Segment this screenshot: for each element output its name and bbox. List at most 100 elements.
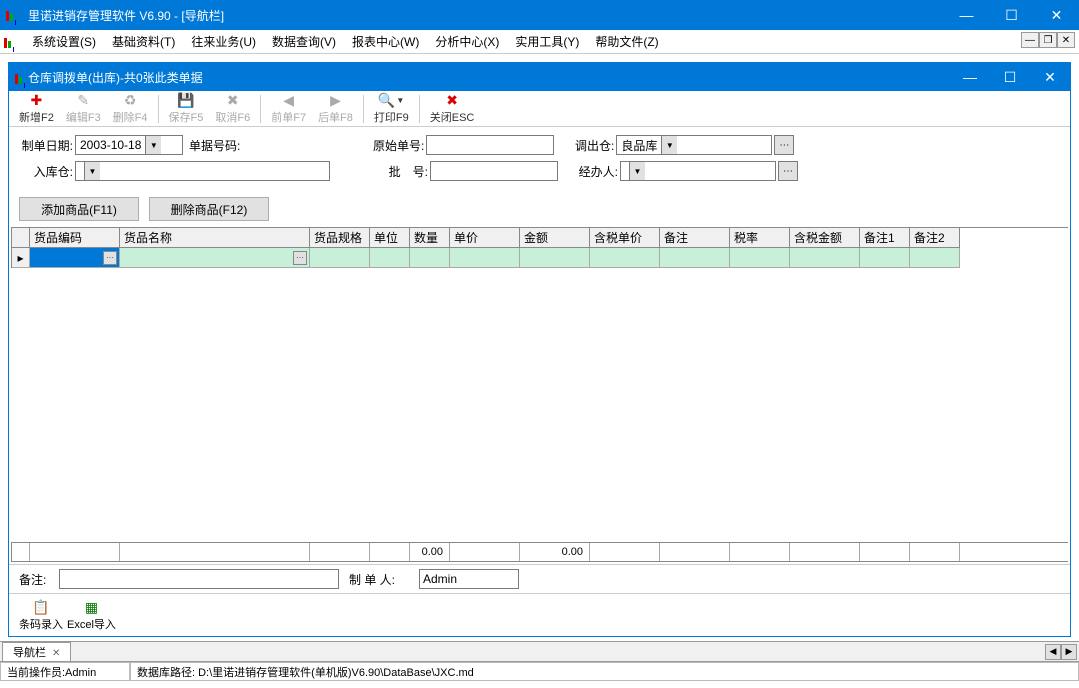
col-spec[interactable]: 货品规格 (310, 228, 370, 248)
handler-lookup[interactable]: ⋯ (778, 161, 798, 181)
cell-amount[interactable] (520, 248, 590, 268)
cell-taxamount[interactable] (790, 248, 860, 268)
footer-form: 备注: 制 单 人: Admin (9, 564, 1070, 594)
prev-icon: ◀ (281, 92, 297, 108)
app-icon (6, 7, 22, 23)
menu-analysis[interactable]: 分析中心(X) (427, 31, 507, 53)
app-title: 里诺进销存管理软件 V6.90 - [导航栏] (28, 7, 944, 24)
col-remark1[interactable]: 备注1 (860, 228, 910, 248)
minimize-button[interactable]: — (944, 0, 989, 30)
statusbar: 当前操作员:Admin 数据库路径: D:\里诺进销存管理软件(单机版)V6.9… (0, 661, 1079, 681)
next-icon: ▶ (327, 92, 343, 108)
cell-name[interactable] (120, 248, 310, 268)
inwh-combo[interactable]: ▼ (75, 161, 330, 181)
tab-scroll-left[interactable]: ◀ (1045, 644, 1061, 660)
col-price[interactable]: 单价 (450, 228, 520, 248)
status-operator: 当前操作员:Admin (0, 662, 130, 681)
cell-unit[interactable] (370, 248, 410, 268)
tb-edit[interactable]: ✎编辑F3 (60, 92, 107, 126)
cell-qty[interactable] (410, 248, 450, 268)
footer-buttons: 📋条码录入 ▦Excel导入 (9, 594, 1070, 636)
original-label: 原始单号: (370, 137, 426, 154)
maker-input[interactable]: Admin (419, 569, 519, 589)
tb-save[interactable]: 💾保存F5 (163, 92, 210, 126)
tb-next[interactable]: ▶后单F8 (312, 92, 359, 126)
col-unit[interactable]: 单位 (370, 228, 410, 248)
cancel-icon: ✖ (225, 92, 241, 108)
data-grid[interactable]: 货品编码 货品名称 货品规格 单位 数量 单价 金额 含税单价 备注 税率 含税… (11, 227, 1068, 268)
remark-input[interactable] (59, 569, 339, 589)
tb-cancel[interactable]: ✖取消F6 (209, 92, 256, 126)
mdi-minimize[interactable]: — (1021, 32, 1039, 48)
tb-new[interactable]: ✚新增F2 (13, 92, 60, 126)
menu-tools[interactable]: 实用工具(Y) (507, 31, 587, 53)
main-menubar: 系统设置(S) 基础资料(T) 往来业务(U) 数据查询(V) 报表中心(W) … (0, 30, 1079, 54)
edit-icon: ✎ (75, 92, 91, 108)
tb-print[interactable]: 🔍▼打印F9 (368, 92, 415, 126)
col-taxrate[interactable]: 税率 (730, 228, 790, 248)
docno-label: 单据号码: (189, 137, 242, 154)
chevron-down-icon: ▼ (396, 96, 404, 105)
tab-close-icon[interactable]: ✕ (52, 648, 60, 659)
cell-taxrate[interactable] (730, 248, 790, 268)
menu-basedata[interactable]: 基础资料(T) (104, 31, 183, 53)
toolbar: ✚新增F2 ✎编辑F3 ♻删除F4 💾保存F5 ✖取消F6 ◀前单F7 ▶后单F… (9, 91, 1070, 127)
total-amount: 0.00 (520, 543, 590, 561)
excel-button[interactable]: ▦Excel导入 (67, 598, 116, 632)
date-combo[interactable]: 2003-10-18▼ (75, 135, 183, 155)
menu-query[interactable]: 数据查询(V) (264, 31, 344, 53)
col-name[interactable]: 货品名称 (120, 228, 310, 248)
child-titlebar: 仓库调拨单(出库)-共0张此类单据 — ☐ ✕ (9, 63, 1070, 91)
cell-remark2[interactable] (910, 248, 960, 268)
col-remark2[interactable]: 备注2 (910, 228, 960, 248)
child-minimize[interactable]: — (950, 63, 990, 91)
handler-combo[interactable]: ▼ (620, 161, 776, 181)
cell-remark[interactable] (660, 248, 730, 268)
cell-price[interactable] (450, 248, 520, 268)
col-amount[interactable]: 金额 (520, 228, 590, 248)
barcode-button[interactable]: 📋条码录入 (19, 598, 63, 632)
barcode-icon: 📋 (31, 598, 51, 616)
mdi-restore[interactable]: ❐ (1039, 32, 1057, 48)
close-button[interactable]: ✕ (1034, 0, 1079, 30)
col-taxprice[interactable]: 含税单价 (590, 228, 660, 248)
add-product-button[interactable]: 添加商品(F11) (19, 197, 139, 221)
maker-label: 制 单 人: (349, 571, 419, 588)
menu-business[interactable]: 往来业务(U) (183, 31, 264, 53)
menu-report[interactable]: 报表中心(W) (344, 31, 427, 53)
outwh-lookup[interactable]: ⋯ (774, 135, 794, 155)
grid-empty-area (11, 268, 1068, 538)
total-qty: 0.00 (410, 543, 450, 561)
col-taxamount[interactable]: 含税金额 (790, 228, 860, 248)
close-icon: ✖ (444, 92, 460, 108)
cell-taxprice[interactable] (590, 248, 660, 268)
child-maximize[interactable]: ☐ (990, 63, 1030, 91)
col-code[interactable]: 货品编码 (30, 228, 120, 248)
col-remark[interactable]: 备注 (660, 228, 730, 248)
save-icon: 💾 (178, 92, 194, 108)
tab-scroll-right[interactable]: ▶ (1061, 644, 1077, 660)
batch-input[interactable] (430, 161, 558, 181)
original-input[interactable] (426, 135, 554, 155)
cell-spec[interactable] (310, 248, 370, 268)
outwh-combo[interactable]: 良品库▼ (616, 135, 772, 155)
delete-product-button[interactable]: 删除商品(F12) (149, 197, 269, 221)
print-icon: 🔍 (378, 92, 394, 108)
delete-icon: ♻ (122, 92, 138, 108)
outwh-label: 调出仓: (568, 137, 616, 154)
menu-system[interactable]: 系统设置(S) (24, 31, 104, 53)
maximize-button[interactable]: ☐ (989, 0, 1034, 30)
col-qty[interactable]: 数量 (410, 228, 450, 248)
tb-prev[interactable]: ◀前单F7 (265, 92, 312, 126)
child-close[interactable]: ✕ (1030, 63, 1070, 91)
inwh-label: 入库仓: (19, 163, 75, 180)
tb-delete[interactable]: ♻删除F4 (107, 92, 154, 126)
batch-label: 批 号: (374, 163, 430, 180)
cell-code[interactable] (30, 248, 120, 268)
cell-remark1[interactable] (860, 248, 910, 268)
menu-help[interactable]: 帮助文件(Z) (587, 31, 666, 53)
tab-navigator[interactable]: 导航栏✕ (2, 642, 71, 661)
mdi-close[interactable]: ✕ (1057, 32, 1075, 48)
excel-icon: ▦ (81, 598, 101, 616)
tb-close[interactable]: ✖关闭ESC (424, 92, 481, 126)
